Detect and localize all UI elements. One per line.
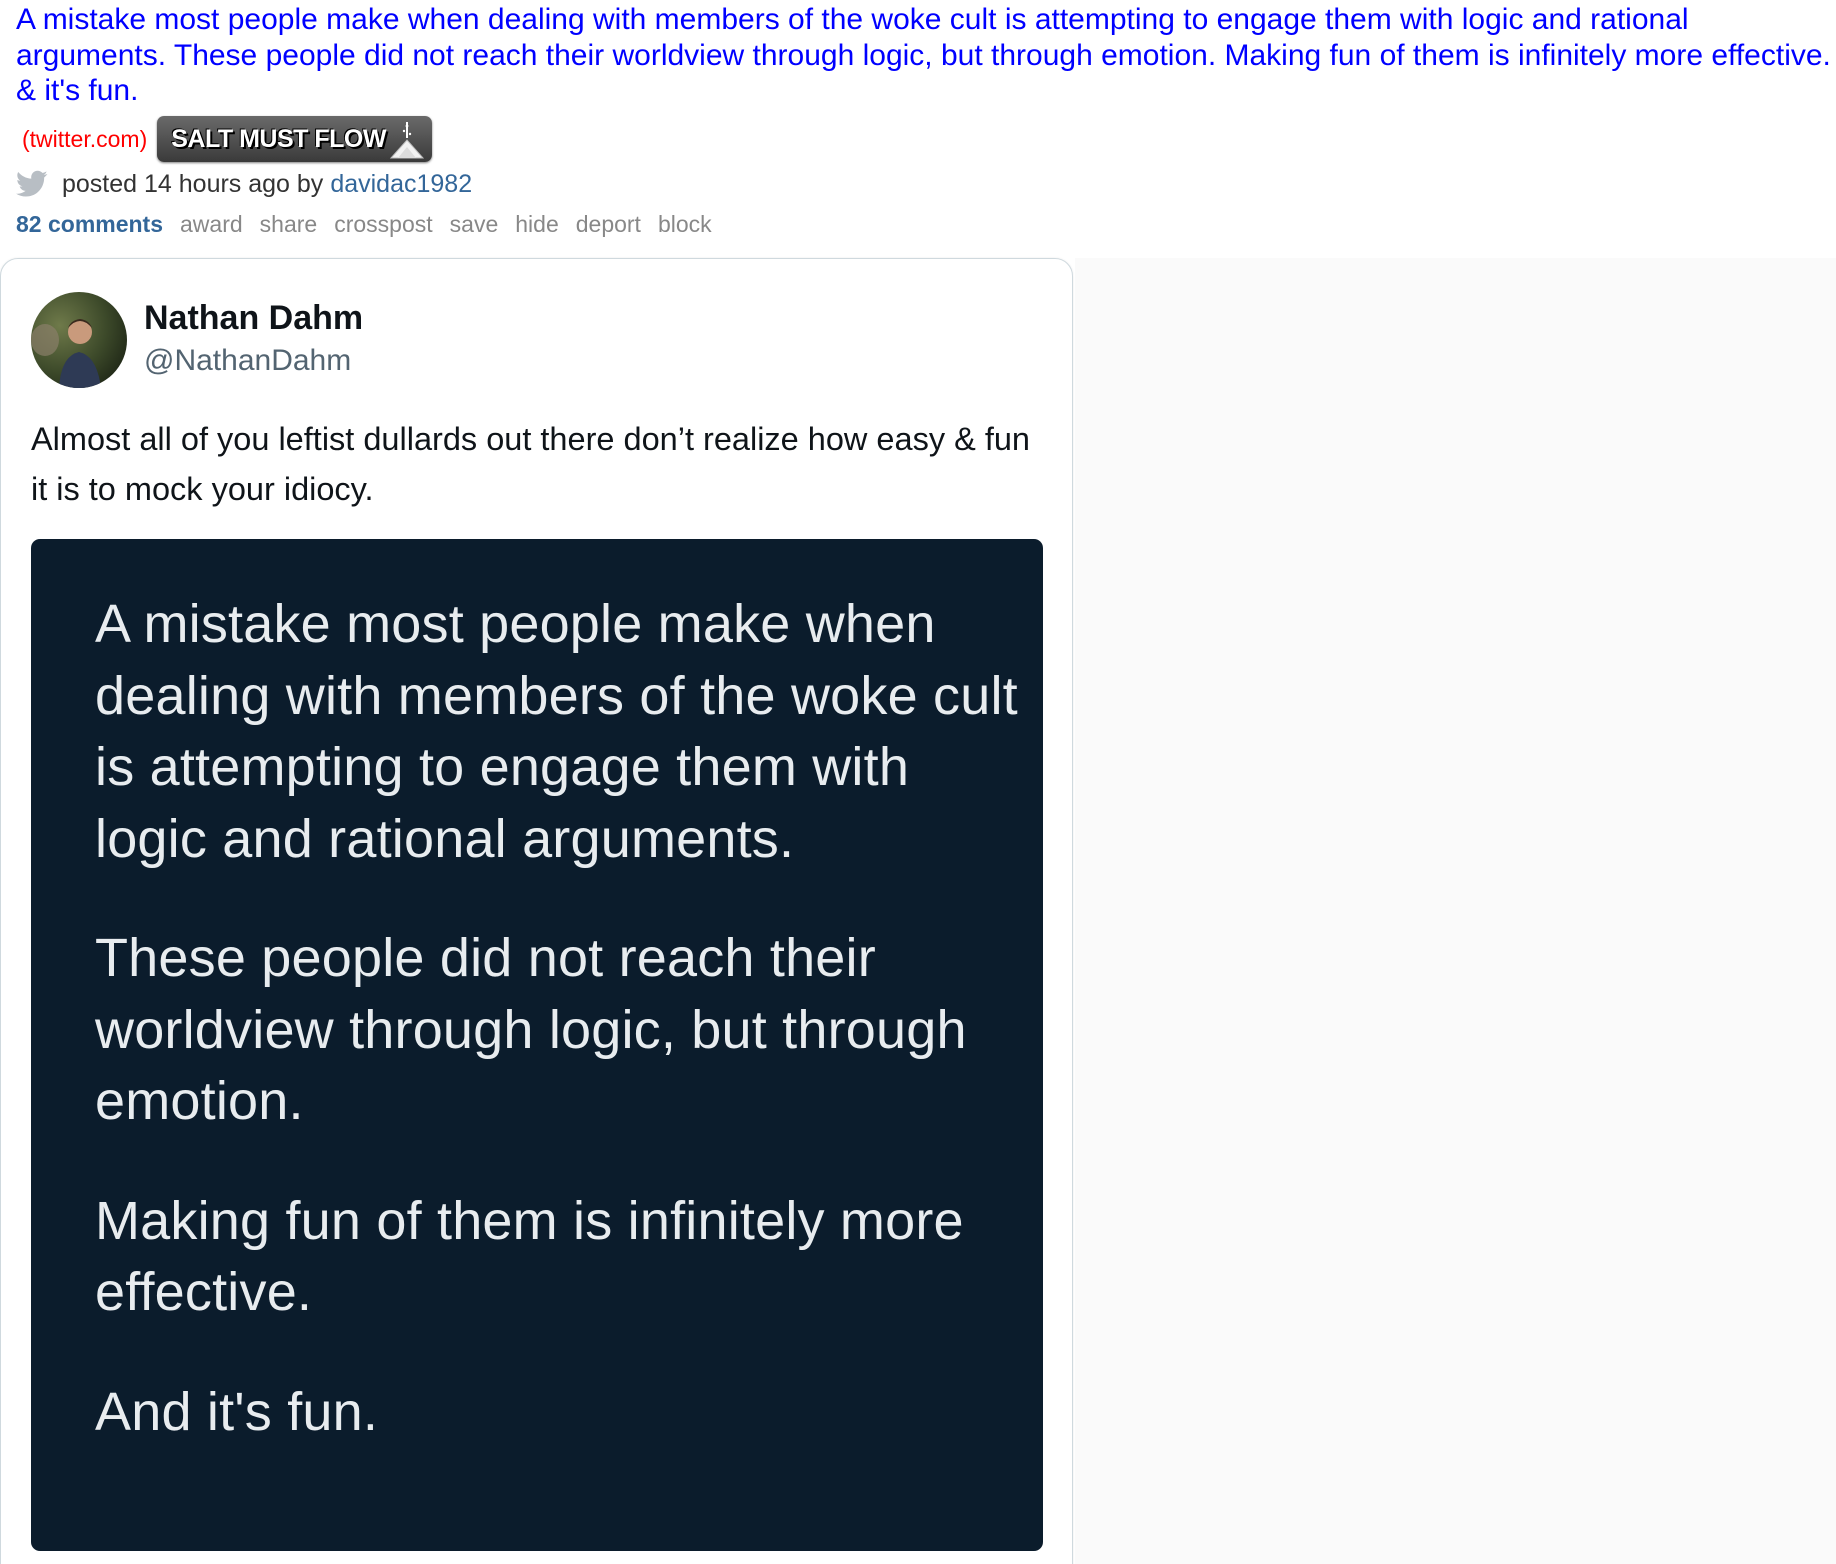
image-paragraph: Making fun of them is infinitely more ef… [95,1190,964,1323]
avatar-photo [31,292,127,388]
post-actions: 82 comments award share crosspost save h… [16,209,729,239]
hide-button[interactable]: hide [515,211,558,238]
author-link[interactable]: davidac1982 [330,170,472,199]
comments-link[interactable]: 82 comments [16,211,163,238]
domain-link[interactable]: (twitter.com) [22,126,147,153]
post-flair: SALT MUST FLOW [157,116,432,162]
tweet-text: Almost all of you leftist dullards out t… [31,421,1030,507]
right-pane [1075,258,1836,1564]
tweet-author-name: Nathan Dahm [144,299,364,337]
save-button[interactable]: save [450,211,499,238]
block-button[interactable]: block [658,211,712,238]
page: A mistake most people make when dealing … [0,0,1836,1564]
post-title-link[interactable]: A mistake most people make when dealing … [16,2,1831,109]
image-paragraph: A mistake most people make when dealing … [95,594,1018,869]
tweet-author-handle[interactable]: @NathanDahm [144,344,351,378]
domain-row: (twitter.com) SALT MUST FLOW [22,114,432,164]
image-paragraph: And it's fun. [95,1381,379,1442]
deport-button[interactable]: deport [576,211,641,238]
flair-label: SALT MUST FLOW [171,124,386,153]
share-button[interactable]: share [260,211,318,238]
image-paragraph: These people did not reach their worldvi… [95,928,967,1131]
award-button[interactable]: award [180,211,243,238]
crosspost-button[interactable]: crosspost [334,211,432,238]
salt-pile-icon [389,122,425,159]
twitter-bird-icon [16,170,48,197]
avatar[interactable] [31,292,127,388]
meta-prefix: posted 14 hours ago by [62,169,324,198]
tweet-image[interactable]: A mistake most people make when dealing … [31,539,1043,1551]
post-meta: posted 14 hours ago by davidac1982 [16,168,472,200]
tweet-embed: Nathan Dahm @NathanDahm Almost all of yo… [0,258,1073,1564]
